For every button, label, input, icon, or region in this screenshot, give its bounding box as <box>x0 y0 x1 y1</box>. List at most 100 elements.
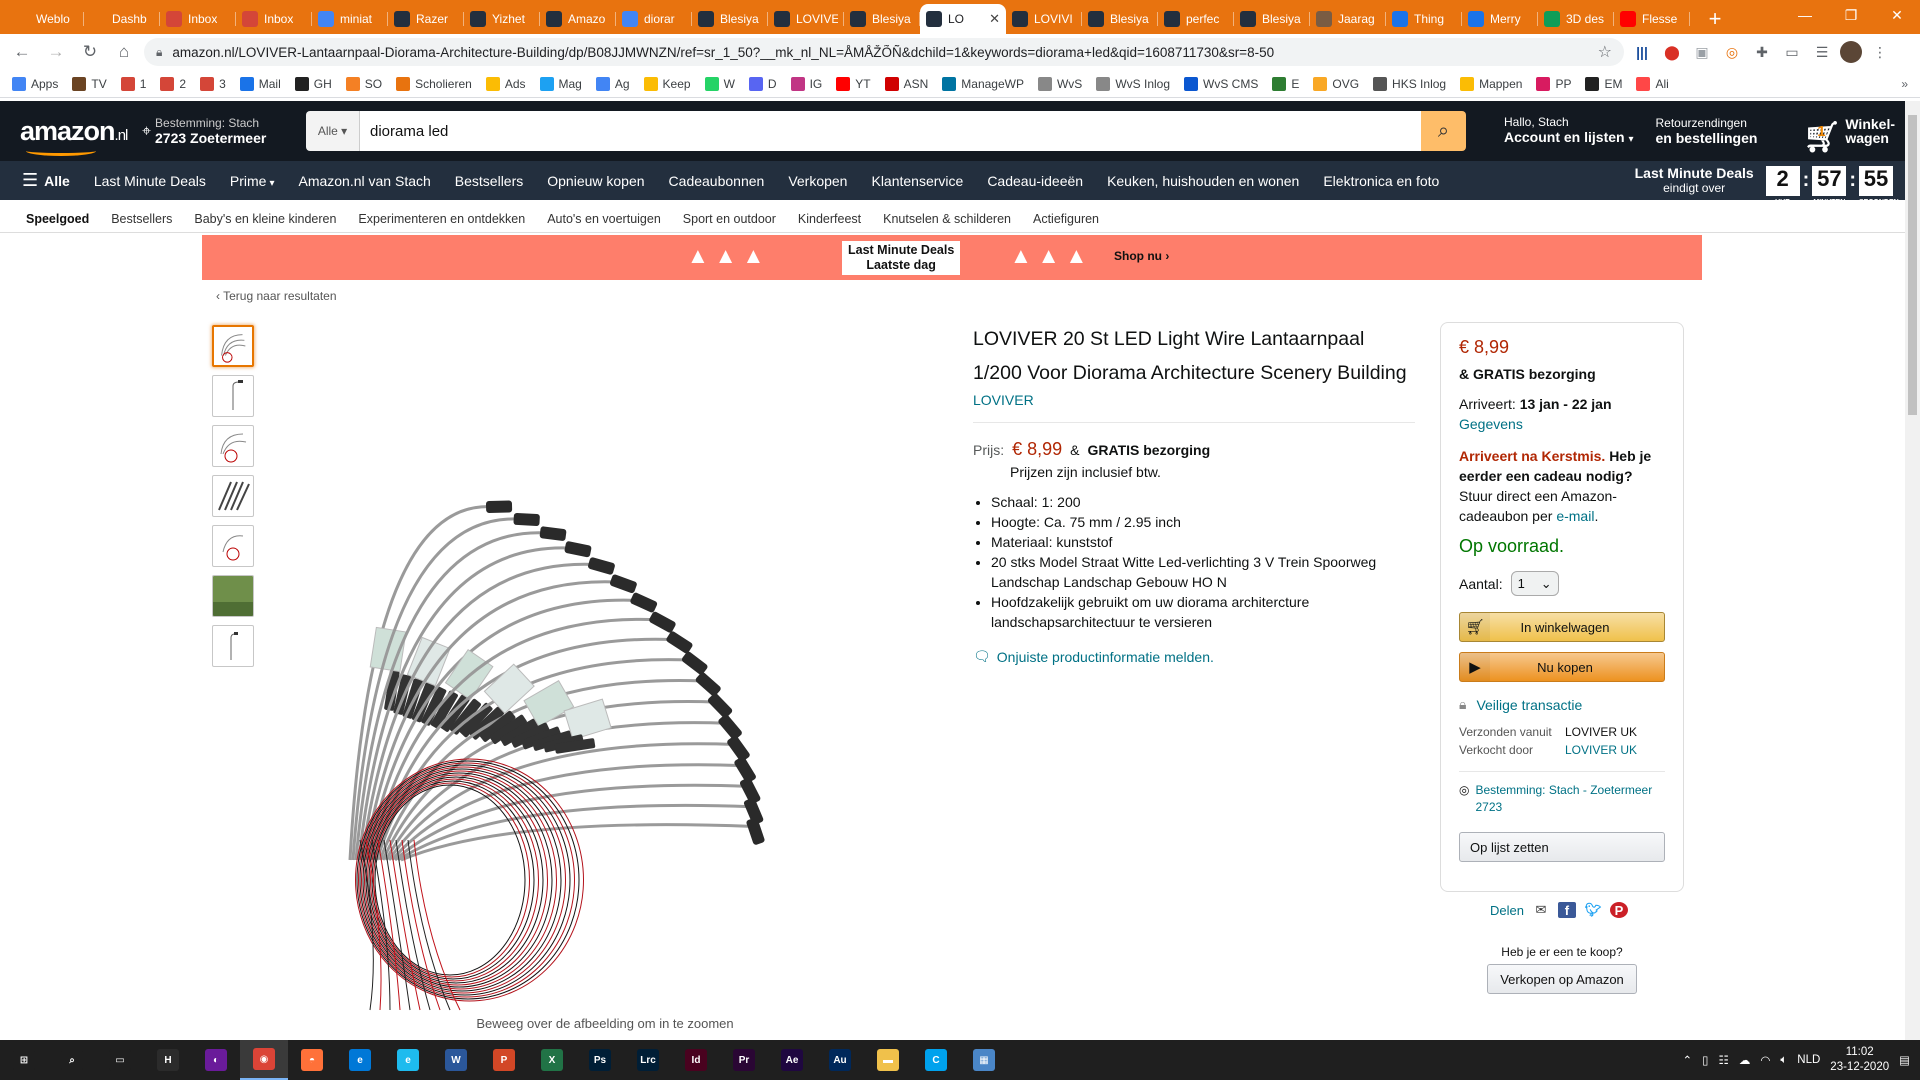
bookmark-1[interactable]: 1 <box>120 76 146 91</box>
nav-item-keuken-huishouden-en-wonen[interactable]: Keuken, huishouden en wonen <box>1107 173 1299 189</box>
close-tab-icon[interactable]: ✕ <box>989 11 1000 27</box>
bookmark-ads[interactable]: Ads <box>485 76 526 91</box>
back-arrow-icon[interactable]: ← <box>8 38 36 66</box>
bookmark-mag[interactable]: Mag <box>539 76 582 91</box>
nav-item-prime[interactable]: Prime ▾ <box>230 173 275 189</box>
nav-item-cadeaubonnen[interactable]: Cadeaubonnen <box>669 173 765 189</box>
browser-tab[interactable]: LO ✕ <box>920 4 1006 34</box>
browser-tab[interactable]: Flesse <box>1614 4 1690 34</box>
browser-tab[interactable]: Blesiya <box>692 4 768 34</box>
email-share-icon[interactable]: ✉ <box>1532 902 1550 918</box>
browser-tab[interactable]: Blesiya <box>844 4 920 34</box>
add-to-list-button[interactable]: Op lijst zetten <box>1459 832 1665 862</box>
extension-bars-icon[interactable]: ||| <box>1630 40 1654 64</box>
taskbar-explorer-icon[interactable]: ▬ <box>864 1040 912 1080</box>
taskbar-firefox-icon[interactable]: ◓ <box>288 1040 336 1080</box>
secure-transaction[interactable]: 🔒︎ Veilige transactie <box>1459 696 1665 713</box>
subnav-auto-s-en-voertuigen[interactable]: Auto's en voertuigen <box>547 212 661 226</box>
nav-item-cadeau-ideee-n[interactable]: Cadeau-ideeën <box>987 173 1083 189</box>
cart-link[interactable]: 🛒︎ 1 Winkel-wagen <box>1803 117 1895 153</box>
address-bar[interactable]: 🔒︎ amazon.nl/LOVIVER-Lantaarnpaal-Dioram… <box>144 38 1624 66</box>
network-icon[interactable]: ☷ <box>1719 1053 1729 1067</box>
lock-icon[interactable]: 🔒︎ <box>156 45 162 60</box>
subnav-kinderfeest[interactable]: Kinderfeest <box>798 212 861 226</box>
language-indicator[interactable]: NLD <box>1797 1054 1820 1066</box>
subnav-experimenteren-en-ontdekken[interactable]: Experimenteren en ontdekken <box>358 212 525 226</box>
volume-icon[interactable]: 🔈︎ <box>1780 1054 1787 1067</box>
brand-link[interactable]: LOVIVER <box>973 392 1415 408</box>
browser-tab[interactable]: Inbox <box>160 4 236 34</box>
chevron-up-icon[interactable]: ⌃ <box>1683 1053 1693 1067</box>
nav-item-klantenservice[interactable]: Klantenservice <box>871 173 963 189</box>
bookmark-em[interactable]: EM <box>1585 76 1622 91</box>
bookmark-wvs-cms[interactable]: WvS CMS <box>1184 76 1258 91</box>
product-main-image[interactable] <box>300 320 910 1020</box>
menu-dots-icon[interactable]: ⋮ <box>1868 40 1892 64</box>
restore-icon[interactable]: ❐ <box>1828 0 1874 30</box>
email-link[interactable]: e-mail <box>1556 508 1594 524</box>
taskbar-start-icon[interactable]: ⊞ <box>0 1040 48 1080</box>
bookmark-ag[interactable]: Ag <box>595 76 630 91</box>
search-input[interactable] <box>360 111 1421 151</box>
thumbnail-5[interactable] <box>212 525 254 567</box>
nav-item-opnieuw-kopen[interactable]: Opnieuw kopen <box>547 173 644 189</box>
subnav-actiefiguren[interactable]: Actiefiguren <box>1033 212 1099 226</box>
taskbar-excel-icon[interactable]: X <box>528 1040 576 1080</box>
sell-on-amazon-button[interactable]: Verkopen op Amazon <box>1487 964 1637 994</box>
pinterest-icon[interactable]: P <box>1609 902 1628 918</box>
subnav-baby-s-en-kleine-kinderen[interactable]: Baby's en kleine kinderen <box>194 212 336 226</box>
bookmark-wvs[interactable]: WvS <box>1037 76 1082 91</box>
forward-arrow-icon[interactable]: → <box>42 38 70 66</box>
bookmark-hks-inlog[interactable]: HKS Inlog <box>1373 76 1446 91</box>
account-menu[interactable]: Hallo, Stach Account en lijsten ▾ <box>1504 115 1634 147</box>
taskbar-audition-icon[interactable]: Au <box>816 1040 864 1080</box>
promo-banner[interactable]: ▲▲▲ ▲▲▲ Last Minute Deals Laatste dag Sh… <box>202 235 1702 280</box>
new-tab-button[interactable]: + <box>1700 4 1730 34</box>
bookmark-3[interactable]: 3 <box>200 76 226 91</box>
search-icon[interactable]: ⌕ <box>1421 111 1466 151</box>
thumbnail-2[interactable] <box>212 375 254 417</box>
bookmark-so[interactable]: SO <box>345 76 382 91</box>
destination-link[interactable]: ◎ Bestemming: Stach - Zoetermeer 2723 <box>1459 782 1665 816</box>
bookmark-star-icon[interactable]: ☆ <box>1598 42 1612 62</box>
subnav-knutselen-schilderen[interactable]: Knutselen & schilderen <box>883 212 1011 226</box>
scrollbar-thumb[interactable] <box>1908 115 1917 415</box>
close-window-icon[interactable]: ✕ <box>1874 0 1920 30</box>
bookmark-e[interactable]: E <box>1272 76 1299 91</box>
browser-tab[interactable]: Jaarag <box>1310 4 1386 34</box>
browser-tab[interactable]: Amazo <box>540 4 616 34</box>
bookmark-tv[interactable]: TV <box>72 76 107 91</box>
notifications-icon[interactable]: ▤ <box>1899 1053 1910 1067</box>
bookmark-gh[interactable]: GH <box>294 76 332 91</box>
taskbar-powerpoint-icon[interactable]: P <box>480 1040 528 1080</box>
nav-item-verkopen[interactable]: Verkopen <box>788 173 847 189</box>
taskbar-app-purple-icon[interactable]: ◐ <box>192 1040 240 1080</box>
bookmark-mail[interactable]: Mail <box>239 76 281 91</box>
twitter-icon[interactable]: 🐦︎ <box>1584 902 1602 918</box>
buy-now-button[interactable]: ▶ Nu kopen <box>1459 652 1665 682</box>
reload-icon[interactable]: ↻ <box>76 38 104 66</box>
profile-avatar[interactable] <box>1840 41 1862 63</box>
taskbar-indesign-icon[interactable]: Id <box>672 1040 720 1080</box>
browser-tab[interactable]: Yizhet <box>464 4 540 34</box>
details-link[interactable]: Gegevens <box>1459 416 1523 432</box>
taskbar-ie-icon[interactable]: e <box>384 1040 432 1080</box>
browser-tab[interactable]: Merry <box>1462 4 1538 34</box>
back-to-results-link[interactable]: ‹ Terug naar resultaten <box>216 289 337 303</box>
add-to-cart-button[interactable]: 🛒︎ In winkelwagen <box>1459 612 1665 642</box>
taskbar-after-effects-icon[interactable]: Ae <box>768 1040 816 1080</box>
cast-icon[interactable]: ▭ <box>1780 40 1804 64</box>
subnav-speelgoed[interactable]: Speelgoed <box>26 212 89 226</box>
bookmark-scholieren[interactable]: Scholieren <box>396 76 472 91</box>
browser-tab[interactable]: Weblo <box>8 4 84 34</box>
puzzle-icon[interactable]: ✚ <box>1750 40 1774 64</box>
taskbar-task-view-icon[interactable]: ▭ <box>96 1040 144 1080</box>
browser-tab[interactable]: Blesiya <box>1082 4 1158 34</box>
deliver-to[interactable]: ⌖ Bestemming: Stach 2723 Zoetermeer <box>142 116 292 146</box>
browser-tab[interactable]: miniat <box>312 4 388 34</box>
bookmark-2[interactable]: 2 <box>160 76 186 91</box>
bookmark-asn[interactable]: ASN <box>884 76 928 91</box>
taskbar-app-c-icon[interactable]: C <box>912 1040 960 1080</box>
nav-item-last-minute-deals[interactable]: Last Minute Deals <box>94 173 206 189</box>
extension-red-icon[interactable]: ⬤ <box>1660 40 1684 64</box>
